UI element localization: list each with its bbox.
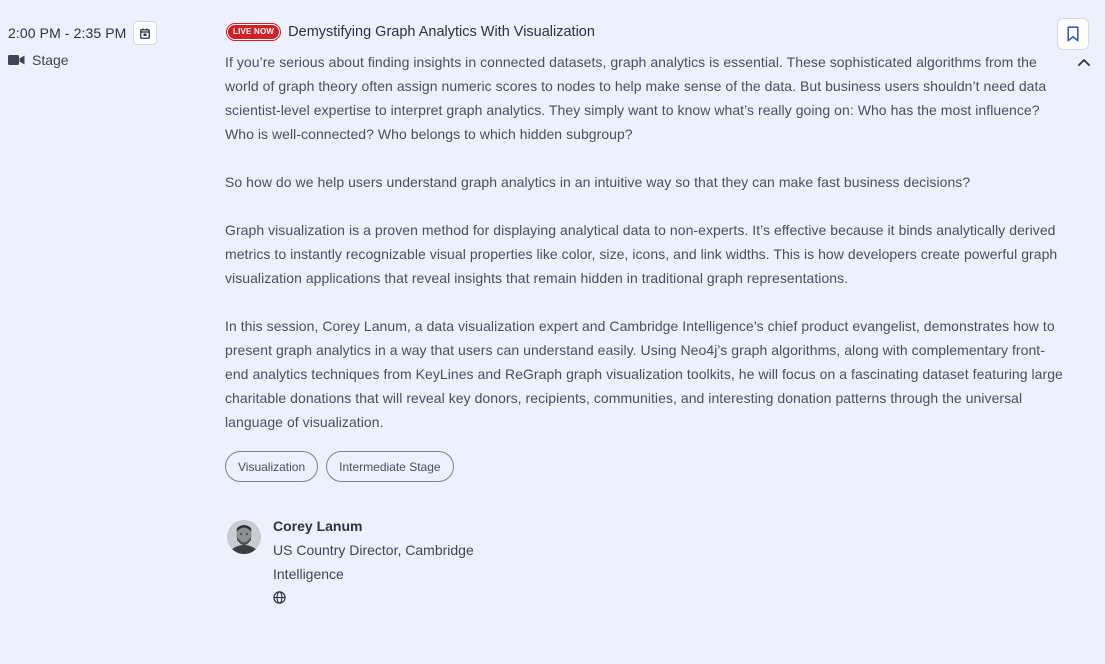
agenda-session: 2:00 PM - 2:35 PM Stage LIVE NOW Demysti… bbox=[0, 0, 1105, 664]
chevron-up-icon bbox=[1078, 58, 1090, 66]
speaker-name[interactable]: Corey Lanum bbox=[273, 516, 513, 536]
speaker-role: US Country Director, Cambridge Intellige… bbox=[273, 542, 474, 582]
session-tags: Visualization Intermediate Stage bbox=[225, 451, 454, 482]
location-label: Stage bbox=[32, 52, 69, 68]
session-header: LIVE NOW Demystifying Graph Analytics Wi… bbox=[227, 22, 595, 42]
speaker-avatar[interactable] bbox=[227, 520, 261, 554]
calendar-icon bbox=[140, 28, 150, 39]
description-paragraph: So how do we help users understand graph… bbox=[225, 174, 971, 190]
tag-intermediate-stage[interactable]: Intermediate Stage bbox=[326, 451, 454, 482]
session-time-row: 2:00 PM - 2:35 PM bbox=[8, 20, 126, 46]
tag-visualization[interactable]: Visualization bbox=[225, 451, 319, 482]
session-title[interactable]: Demystifying Graph Analytics With Visual… bbox=[288, 24, 595, 40]
description-paragraph: Graph visualization is a proven method f… bbox=[225, 222, 1058, 286]
speaker-info: Corey Lanum US Country Director, Cambrid… bbox=[273, 516, 513, 609]
session-time: 2:00 PM - 2:35 PM bbox=[8, 25, 127, 41]
description-paragraph: If you’re serious about finding insights… bbox=[225, 54, 1047, 142]
video-camera-icon bbox=[8, 53, 26, 67]
live-now-badge: LIVE NOW bbox=[227, 24, 281, 40]
collapse-description-button[interactable] bbox=[1074, 53, 1094, 71]
session-description: If you’re serious about finding insights… bbox=[225, 50, 1065, 458]
add-to-calendar-button[interactable] bbox=[133, 21, 157, 45]
bookmark-icon bbox=[1067, 26, 1079, 42]
description-paragraph: In this session, Corey Lanum, a data vis… bbox=[225, 318, 1063, 430]
session-location: Stage bbox=[8, 51, 69, 69]
bookmark-button[interactable] bbox=[1057, 18, 1089, 50]
speaker-card: Corey Lanum US Country Director, Cambrid… bbox=[227, 516, 513, 609]
globe-icon[interactable] bbox=[273, 591, 287, 605]
